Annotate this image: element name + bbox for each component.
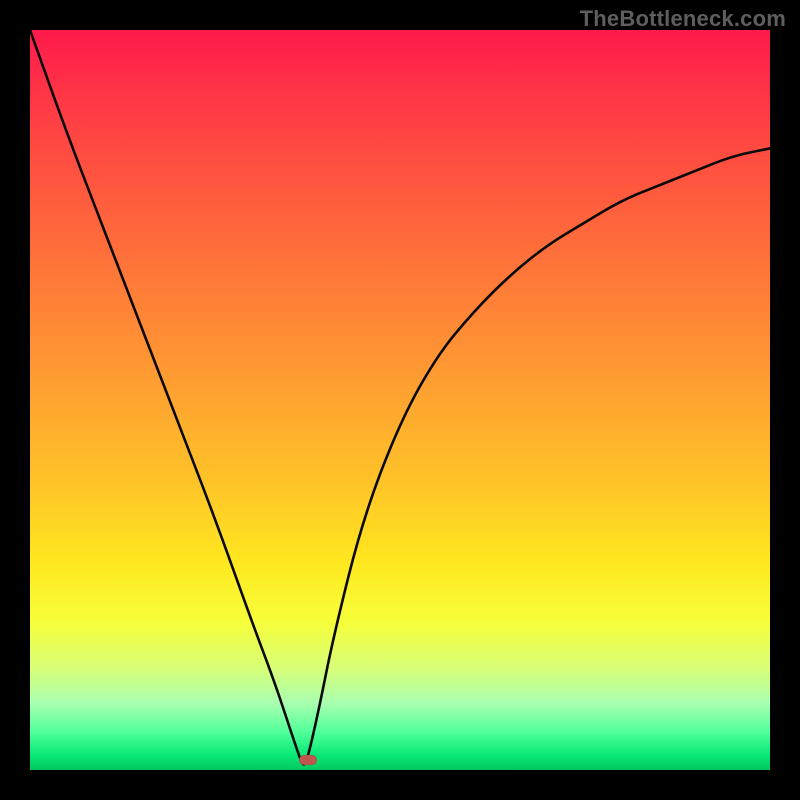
chart-frame: TheBottleneck.com [0, 0, 800, 800]
plot-area [30, 30, 770, 770]
bottleneck-curve [30, 30, 770, 770]
watermark-text: TheBottleneck.com [580, 6, 786, 32]
optimum-marker [299, 755, 317, 765]
